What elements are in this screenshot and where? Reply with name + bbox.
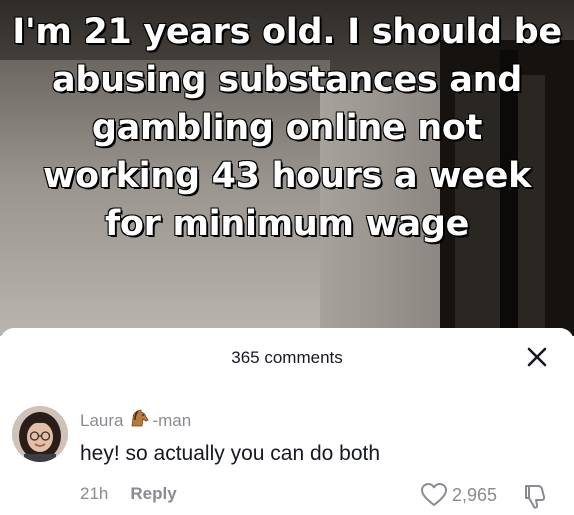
horse-icon <box>129 409 150 432</box>
comment-text: hey! so actually you can do both <box>80 442 381 465</box>
username-prefix: Laura <box>80 410 124 430</box>
close-icon[interactable] <box>524 344 550 370</box>
username-suffix: -man <box>152 410 192 430</box>
reply-button[interactable]: Reply <box>130 484 176 504</box>
avatar[interactable] <box>12 406 68 462</box>
video-background[interactable]: I'm 21 years old. I should be abusing su… <box>0 0 574 336</box>
thumbs-down-icon[interactable] <box>521 482 549 515</box>
comment-meta: 21h Reply <box>80 484 177 504</box>
like-button[interactable]: 2,965 <box>420 482 497 508</box>
heart-outline-icon <box>421 483 447 506</box>
like-count: 2,965 <box>452 484 498 505</box>
comments-sheet: 365 comments Laura -man hey! so actually… <box>0 328 574 515</box>
comment-username[interactable]: Laura -man <box>80 409 191 432</box>
video-caption: I'm 21 years old. I should be abusing su… <box>12 11 563 244</box>
comment-age: 21h <box>80 484 109 503</box>
comments-count-title: 365 comments <box>231 348 343 367</box>
